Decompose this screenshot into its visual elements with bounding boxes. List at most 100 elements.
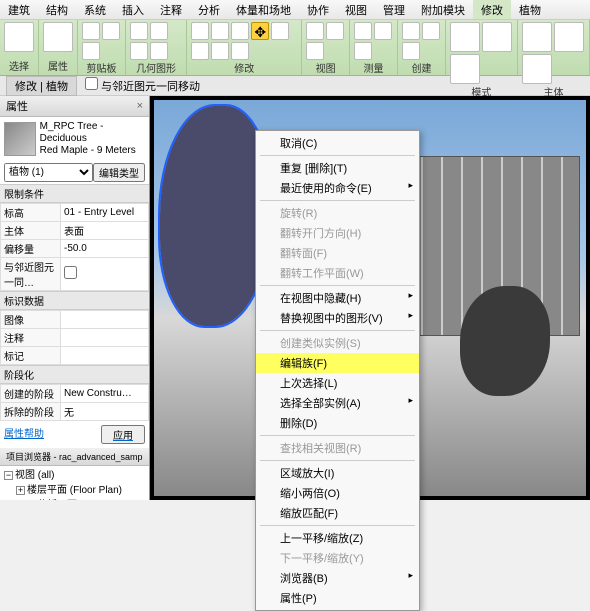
prop-phase-demolished[interactable]: 无 [61,403,149,421]
ribbon-tool-icon[interactable] [82,22,100,40]
ribbon-tool-icon[interactable] [4,22,34,52]
context-item[interactable]: 取消(C) [256,133,419,153]
menu-结构[interactable]: 结构 [38,0,76,19]
menu-体量和场地[interactable]: 体量和场地 [228,0,299,19]
ribbon-group-修改: 修改 [187,20,302,75]
menu-系统[interactable]: 系统 [76,0,114,19]
ribbon-tool-icon[interactable] [522,54,552,84]
ribbon-tool-icon[interactable] [326,22,344,40]
ribbon-group-模式: 模式 [446,20,518,75]
properties-panel-title: 属性 [6,98,28,114]
ribbon-tool-icon[interactable] [522,22,552,52]
ribbon-tool-icon[interactable] [211,22,229,40]
context-item[interactable]: 浏览器(B) [256,568,419,588]
ribbon-group-主体: 主体 [518,20,590,75]
context-item: 翻转工作平面(W) [256,263,419,283]
ribbon-tool-icon[interactable] [354,42,372,60]
ribbon-tool-icon[interactable] [450,54,480,84]
context-item[interactable]: 编辑族(F) [256,353,419,373]
ribbon-tool-icon[interactable] [402,42,420,60]
context-item[interactable]: 缩放匹配(F) [256,503,419,523]
menu-附加模块[interactable]: 附加模块 [413,0,473,19]
selected-tree[interactable] [160,106,270,326]
context-item[interactable]: 属性(P) [256,588,419,608]
ribbon-tool-icon[interactable] [482,22,512,52]
ribbon-tool-icon[interactable] [231,22,249,40]
prop-image[interactable] [61,311,149,329]
close-icon[interactable]: × [137,100,143,112]
expand-icon[interactable]: − [4,471,13,480]
menu-视图[interactable]: 视图 [337,0,375,19]
ribbon-tool-icon[interactable] [422,22,440,40]
ribbon-tool-icon[interactable] [271,22,289,40]
menu-分析[interactable]: 分析 [190,0,228,19]
context-item: 查找相关视图(R) [256,438,419,458]
apply-button[interactable]: 应用 [101,425,145,444]
tree-item[interactable]: 楼层平面 (Floor Plan) [27,483,122,498]
context-item: 翻转开门方向(H) [256,223,419,243]
ribbon-tool-icon[interactable] [354,22,372,40]
ribbon-tool-icon[interactable] [130,42,148,60]
context-item[interactable]: 删除(D) [256,413,419,433]
context-item: 创建类似实例(S) [256,333,419,353]
type-thumbnail[interactable] [4,122,36,156]
ribbon-tool-icon[interactable] [554,22,584,52]
ribbon-tool-icon[interactable] [191,22,209,40]
section-id: 标识数据 [0,291,149,310]
properties-help-link[interactable]: 属性帮助 [4,425,44,444]
context-item[interactable]: 重复 [删除](T) [256,158,419,178]
ribbon-tool-icon[interactable] [43,22,73,52]
project-browser-title: 项目浏览器 - rac_advanced_sample_… [6,450,143,463]
moves-with-nearby-checkbox[interactable]: 与邻近图元一同移动 [85,77,200,94]
ribbon-group-视图: 视图 [302,20,350,75]
context-item[interactable]: 上次选择(L) [256,373,419,393]
menu-注释[interactable]: 注释 [152,0,190,19]
ribbon-tool-icon[interactable] [211,42,229,60]
ribbon-group-剪贴板: 剪贴板 [78,20,126,75]
menu-插入[interactable]: 插入 [114,0,152,19]
ribbon-tool-icon[interactable] [402,22,420,40]
ribbon-tool-icon[interactable] [231,42,249,60]
ribbon-tool-icon[interactable] [102,22,120,40]
prop-offset[interactable]: -50.0 [61,240,149,258]
tree-root[interactable]: 视图 (all) [15,468,54,483]
prop-phase-created[interactable]: New Constru… [61,385,149,403]
context-item[interactable]: 最近使用的命令(E) [256,178,419,198]
ribbon-tool-icon[interactable] [306,42,324,60]
ribbon-group-选择: 选择 [0,20,39,75]
menu-植物[interactable]: 植物 [511,0,549,19]
prop-mark[interactable] [61,347,149,365]
category-filter-select[interactable]: 植物 (1) [4,163,93,182]
menu-协作[interactable]: 协作 [299,0,337,19]
menu-管理[interactable]: 管理 [375,0,413,19]
prop-level[interactable]: 01 - Entry Level [61,204,149,222]
ribbon-tool-icon[interactable] [251,22,269,40]
prop-comments[interactable] [61,329,149,347]
context-item[interactable]: 在视图中隐藏(H) [256,288,419,308]
ribbon-tool-icon[interactable] [82,42,100,60]
context-item[interactable]: 缩小两倍(O) [256,483,419,503]
ribbon-tool-icon[interactable] [130,22,148,40]
ribbon-tool-icon[interactable] [450,22,480,52]
context-item[interactable]: 上一平移/缩放(Z) [256,528,419,548]
edit-type-button[interactable]: 编辑类型 [93,163,145,182]
ribbon-tool-icon[interactable] [374,22,392,40]
context-item[interactable]: 选择全部实例(A) [256,393,419,413]
section-constraints: 限制条件 [0,184,149,203]
options-context-tab: 修改 | 植物 [6,76,77,96]
ribbon-tool-icon[interactable] [306,22,324,40]
tree-element[interactable] [460,286,550,396]
ribbon-tool-icon[interactable] [150,42,168,60]
prop-moves[interactable] [61,258,149,291]
menu-修改[interactable]: 修改 [473,0,511,19]
context-item: 下一平移/缩放(Y) [256,548,419,568]
context-item: 旋转(R) [256,203,419,223]
menu-建筑[interactable]: 建筑 [0,0,38,19]
context-item: 翻转面(F) [256,243,419,263]
ribbon-tool-icon[interactable] [150,22,168,40]
prop-host[interactable]: 表面 [61,222,149,240]
ribbon-tool-icon[interactable] [191,42,209,60]
context-item[interactable]: 替换视图中的图形(V) [256,308,419,328]
context-item[interactable]: 区域放大(I) [256,463,419,483]
expand-icon[interactable]: + [16,486,25,495]
